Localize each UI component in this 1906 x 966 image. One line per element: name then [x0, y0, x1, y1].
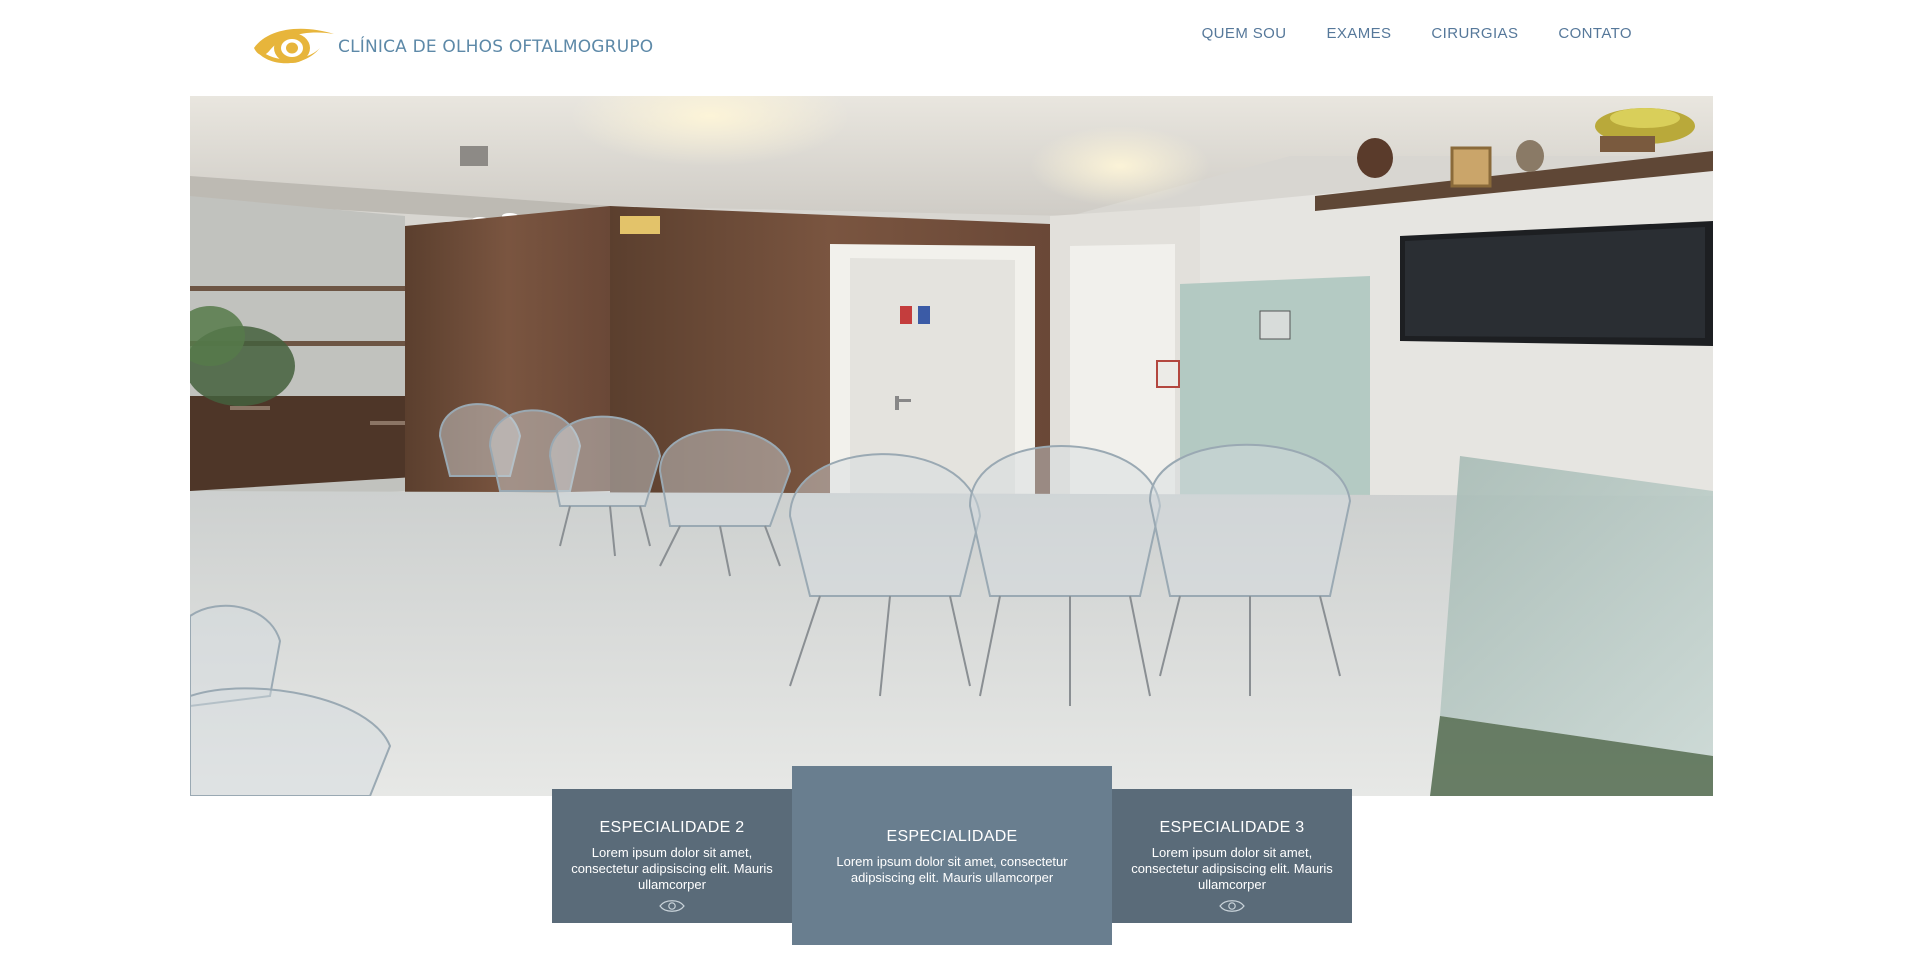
eye-outline-icon [1219, 900, 1245, 912]
card-title: ESPECIALIDADE 2 [599, 819, 745, 836]
nav-exames[interactable]: EXAMES [1326, 25, 1391, 42]
card-title: ESPECIALIDADE [886, 828, 1018, 845]
waiting-room-photo [190, 96, 1713, 796]
hero-image [190, 96, 1713, 796]
nav-contato[interactable]: CONTATO [1558, 25, 1632, 42]
eye-logo-icon [254, 28, 334, 64]
specialty-card-2[interactable]: ESPECIALIDADE 2 Lorem ipsum dolor sit am… [552, 789, 792, 923]
main-nav: QUEM SOU EXAMES CIRURGIAS CONTATO [1202, 25, 1632, 42]
nav-quem-sou[interactable]: QUEM SOU [1202, 25, 1287, 42]
site-header: CLÍNICA DE OLHOS OFTALMOGRUPO QUEM SOU E… [0, 0, 1906, 96]
specialty-card-3[interactable]: ESPECIALIDADE 3 Lorem ipsum dolor sit am… [1112, 789, 1352, 923]
card-text: Lorem ipsum dolor sit amet, consectetur … [836, 854, 1068, 885]
brand-logo[interactable]: CLÍNICA DE OLHOS OFTALMOGRUPO [250, 22, 653, 70]
specialty-card-main[interactable]: ESPECIALIDADE Lorem ipsum dolor sit amet… [792, 766, 1112, 945]
brand-name: CLÍNICA DE OLHOS OFTALMOGRUPO [338, 37, 654, 57]
card-text: Lorem ipsum dolor sit amet, consectetur … [571, 845, 773, 892]
card-title: ESPECIALIDADE 3 [1159, 819, 1305, 836]
nav-cirurgias[interactable]: CIRURGIAS [1431, 25, 1518, 42]
eye-outline-icon [659, 900, 685, 912]
card-text: Lorem ipsum dolor sit amet, consectetur … [1131, 845, 1333, 892]
